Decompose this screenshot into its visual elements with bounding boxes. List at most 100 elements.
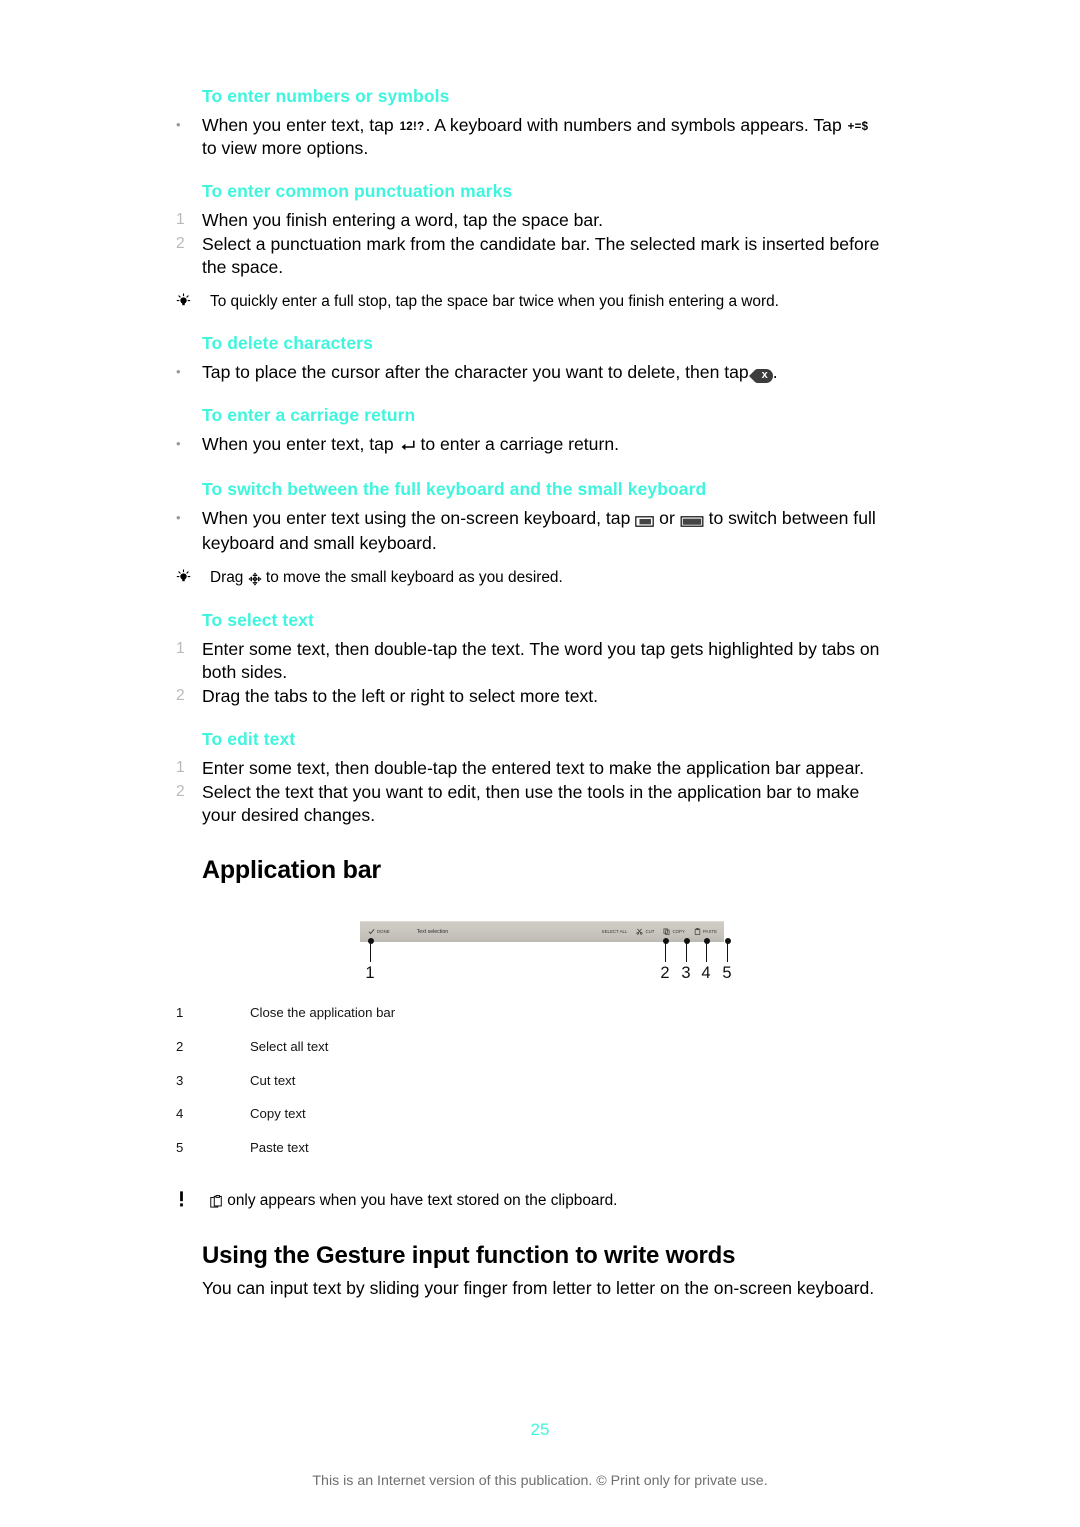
tip-text: To quickly enter a full stop, tap the sp…	[210, 292, 779, 310]
list-item-text: Select the text that you want to edit, t…	[202, 782, 860, 826]
move-handle-icon	[248, 570, 262, 591]
lightbulb-icon	[176, 567, 210, 589]
bullet-marker: •	[176, 116, 181, 132]
note-row-clipboard: only appears when you have text stored o…	[176, 1190, 888, 1214]
page-title-gesture-input: Using the Gesture input function to writ…	[202, 1241, 736, 1269]
text-fragment: . A keyboard with numbers and symbols ap…	[425, 114, 847, 135]
bullet-marker: •	[176, 509, 181, 525]
callout-line-5	[724, 937, 731, 962]
heading-to-enter-numbers-or-symbols: To enter numbers or symbols	[202, 86, 450, 106]
list-item-text: Tap to place the cursor after the charac…	[202, 361, 888, 384]
text-fragment: When you enter text, tap	[202, 114, 399, 135]
numeric-keycap-icon: 12!?	[399, 120, 425, 133]
list-item-text: When you enter text using the on-screen …	[202, 507, 888, 555]
table-row: 2 Select all text	[176, 1039, 650, 1073]
page-title-application-bar: Application bar	[202, 856, 381, 885]
list-item-text: When you finish entering a word, tap the…	[202, 209, 603, 230]
list-item-text: Enter some text, then double-tap the tex…	[202, 639, 880, 683]
ordered-marker: 1	[176, 640, 185, 658]
footer-note: This is an Internet version of this publ…	[312, 1473, 768, 1489]
document-page: To enter numbers or symbols • When you e…	[0, 0, 1080, 1527]
cut-label: CUT	[645, 928, 655, 934]
list-select-text: 1 Enter some text, then double-tap the t…	[176, 638, 888, 708]
heading-to-edit-text: To edit text	[202, 729, 296, 750]
application-bar-mock: DONE Text selection SELECT ALL CUT COPY …	[360, 920, 724, 942]
text-fragment: Drag	[210, 568, 248, 586]
done-button[interactable]: DONE	[368, 928, 390, 935]
application-bar-legend-table: 1 Close the application bar 2 Select all…	[176, 1005, 650, 1174]
text-fragment: Tap to place the cursor after the charac…	[202, 361, 754, 382]
select-all-button[interactable]: SELECT ALL	[601, 928, 628, 934]
legend-label: Paste text	[250, 1140, 309, 1156]
list-item-text: When you enter text, tap 12!?. A keyboar…	[202, 114, 888, 160]
callout-number-3: 3	[681, 963, 691, 982]
heading-to-delete-characters: To delete characters	[202, 332, 373, 353]
paste-label: PASTE	[702, 928, 717, 934]
text-fragment: to view more options.	[202, 137, 369, 158]
cut-button[interactable]: CUT	[636, 928, 654, 935]
list-item: • When you enter text using the on-scree…	[176, 507, 888, 555]
callout-line-3	[683, 937, 690, 962]
ordered-marker: 2	[176, 783, 185, 801]
enter-return-icon	[399, 435, 416, 458]
list-item-text: Drag the tabs to the left or right to se…	[202, 686, 599, 707]
list-item: • When you enter text, tap to enter a ca…	[176, 433, 888, 458]
list-punctuation-marks: 1 When you finish entering a word, tap t…	[176, 209, 888, 279]
text-fragment: to move the small keyboard as you desire…	[261, 568, 563, 586]
legend-number: 4	[176, 1106, 184, 1122]
heading-to-select-text: To select text	[202, 610, 314, 631]
check-icon	[368, 929, 375, 935]
small-keyboard-icon	[635, 509, 655, 532]
legend-label: Close the application bar	[250, 1004, 396, 1020]
text-fragment: When you enter text using the on-screen …	[202, 507, 636, 528]
list-switch-keyboards: • When you enter text using the on-scree…	[176, 507, 888, 555]
list-item: 2 Select a punctuation mark from the can…	[176, 233, 888, 279]
table-row: 5 Paste text	[176, 1140, 650, 1174]
legend-label: Select all text	[250, 1038, 329, 1054]
copy-label: COPY	[672, 928, 685, 934]
page-content: To enter numbers or symbols • When you e…	[176, 86, 888, 1300]
bullet-marker: •	[176, 363, 181, 379]
table-row: 3 Cut text	[176, 1073, 650, 1107]
callout-number-1: 1	[365, 963, 375, 982]
list-item: 2 Drag the tabs to the left or right to …	[176, 685, 888, 708]
table-row: 1 Close the application bar	[176, 1005, 650, 1039]
legend-number: 2	[176, 1038, 184, 1054]
copy-button[interactable]: COPY	[663, 928, 685, 936]
callout-line-2	[662, 937, 669, 962]
paste-icon	[694, 928, 701, 936]
text-fragment: When you enter text, tap	[202, 433, 399, 454]
application-bar-figure: DONE Text selection SELECT ALL CUT COPY …	[176, 913, 888, 991]
backspace-delete-icon: x	[748, 368, 773, 383]
scissors-cut-icon	[636, 929, 643, 935]
legend-number: 1	[176, 1004, 184, 1020]
text-fragment: or	[654, 507, 680, 528]
paste-clipboard-icon	[210, 1193, 223, 1214]
legend-label: Cut text	[250, 1072, 296, 1088]
list-numbers-or-symbols: • When you enter text, tap 12!?. A keybo…	[176, 114, 888, 160]
lightbulb-icon	[176, 291, 210, 313]
list-edit-text: 1 Enter some text, then double-tap the e…	[176, 757, 888, 827]
full-keyboard-icon	[680, 509, 704, 532]
select-all-label: SELECT ALL	[601, 928, 628, 934]
table-row: 4 Copy text	[176, 1106, 650, 1140]
bullet-marker: •	[176, 435, 181, 451]
callout-number-4: 4	[701, 963, 711, 982]
list-item-text: Enter some text, then double-tap the ent…	[202, 758, 865, 779]
text-fragment: only appears when you have text stored o…	[223, 1192, 618, 1210]
list-delete-characters: • Tap to place the cursor after the char…	[176, 361, 888, 384]
heading-to-enter-a-carriage-return: To enter a carriage return	[202, 404, 416, 425]
paste-button[interactable]: PASTE	[694, 928, 717, 936]
ordered-marker: 2	[176, 234, 185, 252]
symbols-keycap-icon: +=$	[847, 120, 869, 133]
heading-to-enter-common-punctuation-marks: To enter common punctuation marks	[202, 180, 513, 201]
list-item: 2 Select the text that you want to edit,…	[176, 781, 888, 827]
list-item: 1 Enter some text, then double-tap the e…	[176, 757, 888, 780]
list-carriage-return: • When you enter text, tap to enter a ca…	[176, 433, 888, 458]
tip-text: Drag to move the small keyboard as you d…	[210, 567, 888, 591]
copy-icon	[663, 928, 670, 936]
note-text: only appears when you have text stored o…	[210, 1190, 888, 1214]
exclamation-icon	[176, 1190, 210, 1212]
ordered-marker: 1	[176, 759, 185, 777]
ordered-marker: 2	[176, 687, 185, 705]
